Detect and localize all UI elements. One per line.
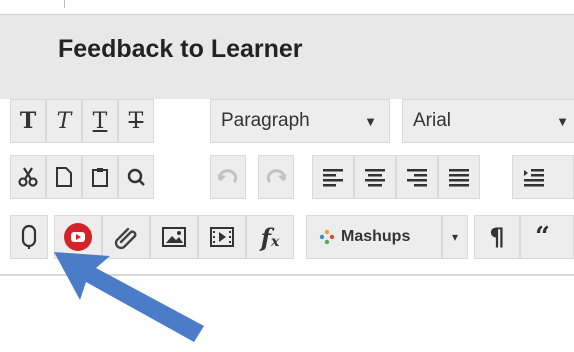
underline-T-icon: T: [92, 108, 108, 134]
list-icon: [524, 169, 544, 187]
bold-button[interactable]: T: [10, 99, 46, 143]
justify-icon: [449, 169, 469, 187]
panel-title: Feedback to Learner: [58, 35, 303, 63]
italic-button[interactable]: T: [46, 99, 82, 143]
strikethrough-T-icon: T: [128, 108, 144, 134]
chevron-down-icon: ▼: [364, 114, 377, 129]
blue-arrow-icon: [54, 252, 204, 342]
chevron-down-icon: ▾: [451, 230, 459, 244]
align-center-button[interactable]: [354, 155, 396, 199]
align-center-icon: [365, 169, 385, 187]
clipboard-icon: [92, 168, 108, 187]
page-icon: [56, 167, 72, 187]
align-right-button[interactable]: [396, 155, 438, 199]
insert-math-button[interactable]: fx: [246, 215, 294, 259]
mashups-label: Mashups: [341, 228, 411, 245]
copy-button[interactable]: [46, 155, 82, 199]
align-left-button[interactable]: [312, 155, 354, 199]
panel-header: Feedback to Learner: [0, 14, 574, 100]
divider: [64, 0, 65, 8]
mashups-icon: [319, 229, 335, 245]
paragraph-format-select[interactable]: Paragraph ▼: [210, 99, 390, 143]
scissors-icon: [18, 167, 38, 187]
quote-icon: “: [535, 222, 550, 252]
fx-icon: fx: [260, 222, 280, 252]
paste-button[interactable]: [82, 155, 118, 199]
mashups-dropdown-toggle[interactable]: ▾: [442, 215, 468, 259]
list-button[interactable]: [512, 155, 574, 199]
justify-button[interactable]: [438, 155, 480, 199]
paragraph-marks-button[interactable]: ¶: [474, 215, 520, 259]
paragraph-format-value: Paragraph: [221, 110, 310, 131]
find-button[interactable]: [118, 155, 154, 199]
font-family-value: Arial: [413, 110, 452, 131]
align-right-icon: [407, 169, 427, 187]
cut-button[interactable]: [10, 155, 46, 199]
microphone-icon: [21, 224, 37, 249]
bold-T-icon: T: [19, 108, 37, 134]
redo-icon: [266, 169, 287, 183]
font-family-select[interactable]: Arial ▼: [402, 99, 574, 143]
chevron-down-icon: ▼: [556, 114, 569, 129]
underline-button[interactable]: T: [82, 99, 118, 143]
pilcrow-icon: ¶: [489, 223, 505, 251]
blockquote-button[interactable]: “: [520, 215, 574, 259]
italic-T-icon: T: [56, 108, 72, 134]
window-top-strip: [0, 0, 574, 14]
search-icon: [127, 168, 145, 186]
undo-button[interactable]: [210, 155, 246, 199]
strikethrough-button[interactable]: T: [118, 99, 154, 143]
undo-icon: [217, 169, 238, 183]
align-left-icon: [323, 169, 343, 187]
redo-button[interactable]: [258, 155, 294, 199]
mashups-dropdown[interactable]: Mashups: [306, 215, 442, 259]
